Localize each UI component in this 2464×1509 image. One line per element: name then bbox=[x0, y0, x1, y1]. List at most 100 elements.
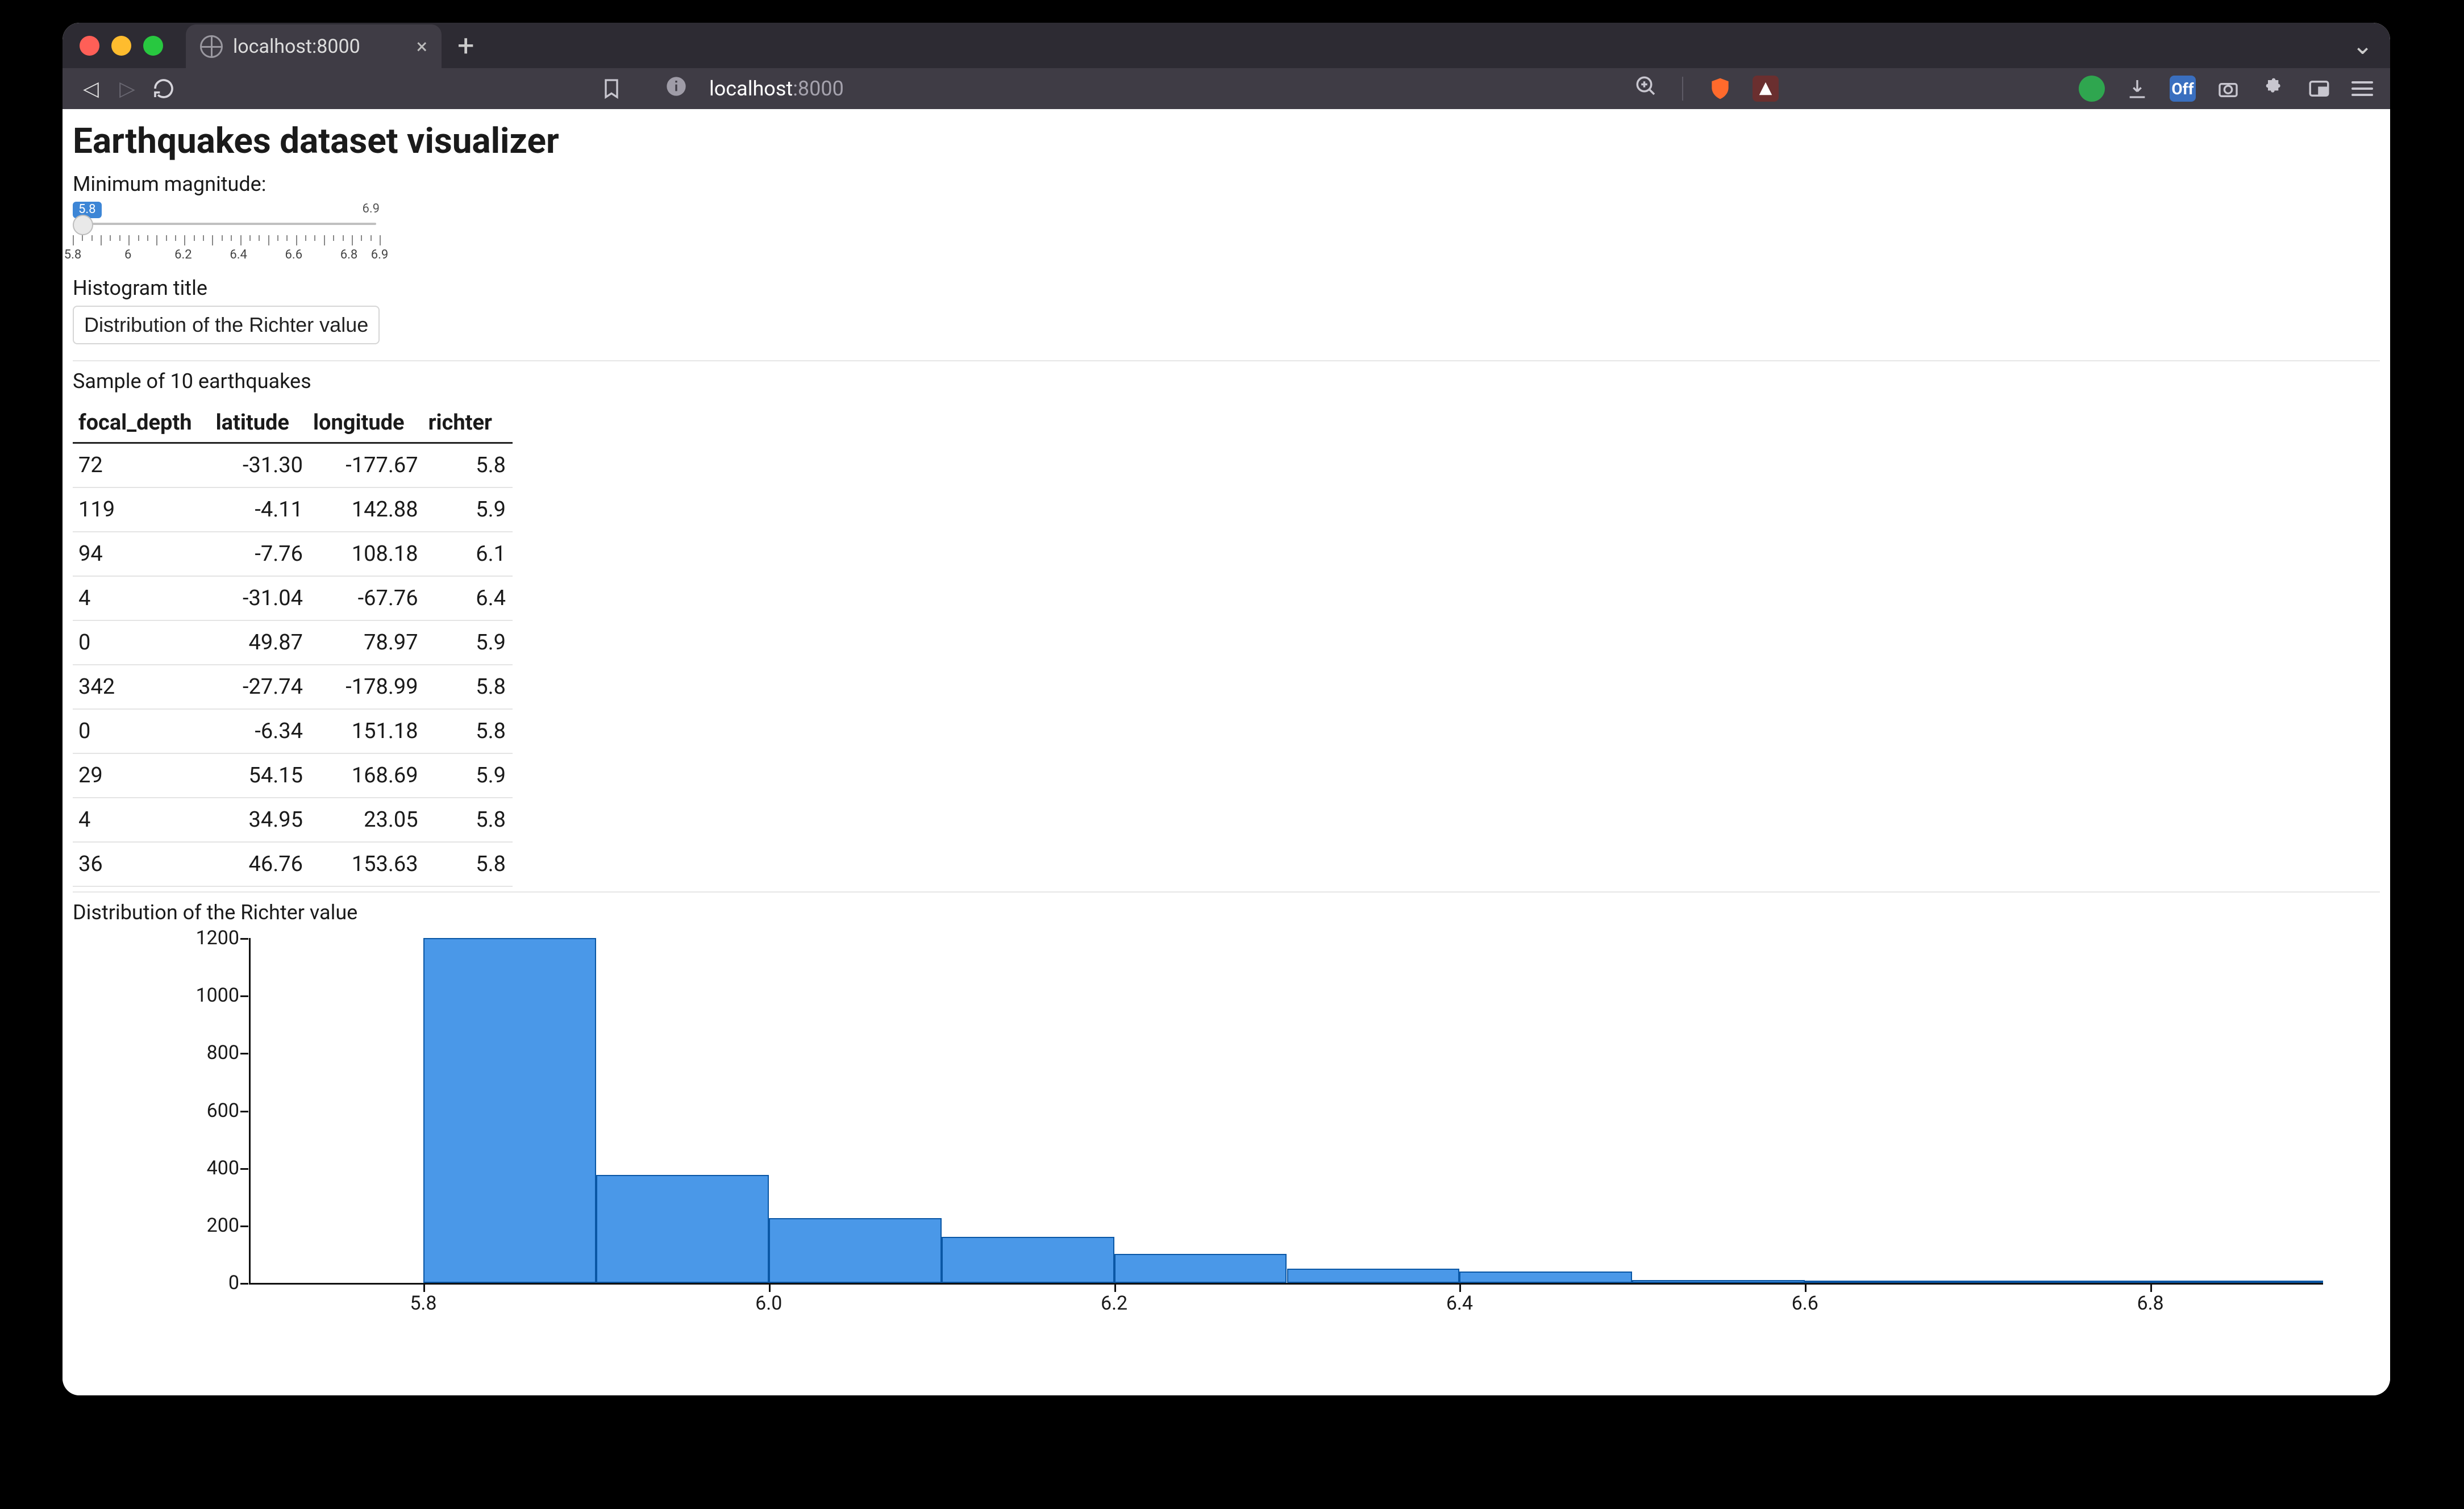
new-tab-button[interactable]: + bbox=[442, 28, 490, 63]
brave-shields-icon[interactable] bbox=[1707, 76, 1733, 102]
magnitude-slider[interactable]: 5.8 6.9 5.866.26.46.66.86.9 bbox=[73, 202, 380, 261]
url-host: localhost bbox=[709, 77, 793, 101]
table-cell: 94 bbox=[73, 532, 213, 576]
table-cell: 34.95 bbox=[213, 798, 310, 842]
separator bbox=[1682, 77, 1683, 101]
table-cell: 49.87 bbox=[213, 620, 310, 665]
table-cell: -177.67 bbox=[310, 443, 425, 488]
table-row: 3646.76153.635.8 bbox=[73, 842, 513, 886]
menu-button[interactable] bbox=[2351, 81, 2373, 96]
extension-icon-camera[interactable] bbox=[2215, 76, 2241, 102]
table-cell: 46.76 bbox=[213, 842, 310, 886]
pip-icon[interactable] bbox=[2306, 76, 2332, 102]
x-tick-label: 6.8 bbox=[2137, 1292, 2163, 1315]
histogram-bar bbox=[1287, 1269, 1460, 1283]
table-cell: 5.8 bbox=[425, 842, 513, 886]
table-cell: 5.8 bbox=[425, 665, 513, 709]
histogram-bar bbox=[942, 1237, 1114, 1283]
maximize-window-button[interactable] bbox=[143, 36, 163, 56]
x-tick-label: 6.6 bbox=[1792, 1292, 1818, 1315]
site-info-icon[interactable] bbox=[665, 75, 688, 103]
extension-icon-green[interactable] bbox=[2079, 76, 2105, 102]
histogram-bar bbox=[769, 1218, 942, 1283]
extension-icon-1[interactable] bbox=[1753, 76, 1779, 102]
chart-caption: Distribution of the Richter value bbox=[73, 901, 2380, 924]
tab-close-button[interactable]: × bbox=[417, 35, 427, 59]
table-cell: 72 bbox=[73, 443, 213, 488]
table-cell: 6.1 bbox=[425, 532, 513, 576]
y-tick-label: 800 bbox=[188, 1041, 239, 1064]
histogram-bar bbox=[1632, 1280, 1805, 1283]
close-window-button[interactable] bbox=[80, 36, 99, 56]
slider-max-label: 6.9 bbox=[362, 202, 380, 218]
forward-button[interactable]: ▷ bbox=[116, 77, 139, 101]
table-cell: 29 bbox=[73, 753, 213, 798]
toolbar-right: Off bbox=[1634, 74, 2373, 103]
x-tick-label: 6.0 bbox=[755, 1292, 782, 1315]
table-cell: 168.69 bbox=[310, 753, 425, 798]
table-cell: -7.76 bbox=[213, 532, 310, 576]
table-cell: 6.4 bbox=[425, 576, 513, 620]
table-cell: 5.8 bbox=[425, 443, 513, 488]
hist-title-label: Histogram title bbox=[73, 276, 2380, 300]
slider-tick-label: 6.4 bbox=[230, 248, 247, 262]
download-icon[interactable] bbox=[2124, 76, 2150, 102]
page-title: Earthquakes dataset visualizer bbox=[73, 120, 2380, 162]
zoom-icon[interactable] bbox=[1634, 74, 1658, 103]
table-cell: 153.63 bbox=[310, 842, 425, 886]
y-tick-label: 1200 bbox=[188, 927, 239, 949]
table-cell: 108.18 bbox=[310, 532, 425, 576]
table-header: richter bbox=[425, 403, 513, 443]
slider-label: Minimum magnitude: bbox=[73, 172, 2380, 196]
browser-tab[interactable]: localhost:8000 × bbox=[186, 24, 442, 69]
x-tick-label: 5.8 bbox=[410, 1292, 436, 1315]
table-cell: 5.9 bbox=[425, 487, 513, 532]
slider-tick-label: 6.2 bbox=[174, 248, 192, 262]
table-cell: -178.99 bbox=[310, 665, 425, 709]
tabs-overflow-button[interactable]: ⌄ bbox=[2352, 31, 2373, 60]
table-cell: 4 bbox=[73, 798, 213, 842]
histogram-bar bbox=[2150, 1281, 2323, 1283]
table-cell: -6.34 bbox=[213, 709, 310, 753]
table-cell: 151.18 bbox=[310, 709, 425, 753]
table-row: 94-7.76108.186.1 bbox=[73, 532, 513, 576]
url-port: :8000 bbox=[793, 77, 844, 101]
table-cell: 5.8 bbox=[425, 709, 513, 753]
histogram-bar bbox=[1114, 1254, 1287, 1283]
table-cell: 342 bbox=[73, 665, 213, 709]
table-header: latitude bbox=[213, 403, 310, 443]
titlebar: localhost:8000 × + ⌄ bbox=[63, 23, 2390, 68]
table-row: 049.8778.975.9 bbox=[73, 620, 513, 665]
table-cell: 5.8 bbox=[425, 798, 513, 842]
histogram-bar bbox=[596, 1175, 769, 1283]
y-tick-label: 1000 bbox=[188, 984, 239, 1007]
table-cell: -31.04 bbox=[213, 576, 310, 620]
extensions-puzzle-icon[interactable] bbox=[2261, 76, 2287, 102]
table-row: 72-31.30-177.675.8 bbox=[73, 443, 513, 488]
toolbar: ◁ ▷ localhost:8000 bbox=[63, 68, 2390, 109]
slider-tick-label: 6.6 bbox=[285, 248, 303, 262]
table-cell: -4.11 bbox=[213, 487, 310, 532]
table-row: 4-31.04-67.766.4 bbox=[73, 576, 513, 620]
table-cell: 142.88 bbox=[310, 487, 425, 532]
histogram-bar bbox=[423, 938, 596, 1283]
reload-button[interactable] bbox=[152, 77, 175, 101]
histogram-chart: 0200400600800100012005.86.06.26.46.66.8 bbox=[203, 932, 2346, 1319]
slider-tick-label: 6.8 bbox=[340, 248, 358, 262]
globe-icon bbox=[200, 35, 223, 58]
minimize-window-button[interactable] bbox=[111, 36, 131, 56]
page-content: Earthquakes dataset visualizer Minimum m… bbox=[63, 109, 2390, 1395]
table-cell: 0 bbox=[73, 620, 213, 665]
back-button[interactable]: ◁ bbox=[80, 77, 102, 101]
table-row: 342-27.74-178.995.8 bbox=[73, 665, 513, 709]
histogram-bar bbox=[1805, 1281, 1978, 1283]
extension-icon-blue[interactable]: Off bbox=[2170, 76, 2196, 102]
table-cell: 5.9 bbox=[425, 753, 513, 798]
bookmark-icon[interactable] bbox=[600, 77, 623, 100]
url-field[interactable]: localhost:8000 bbox=[709, 77, 844, 101]
table-cell: -31.30 bbox=[213, 443, 310, 488]
table-header: focal_depth bbox=[73, 403, 213, 443]
table-header: longitude bbox=[310, 403, 425, 443]
slider-thumb[interactable] bbox=[73, 215, 93, 235]
hist-title-input[interactable] bbox=[73, 306, 380, 344]
